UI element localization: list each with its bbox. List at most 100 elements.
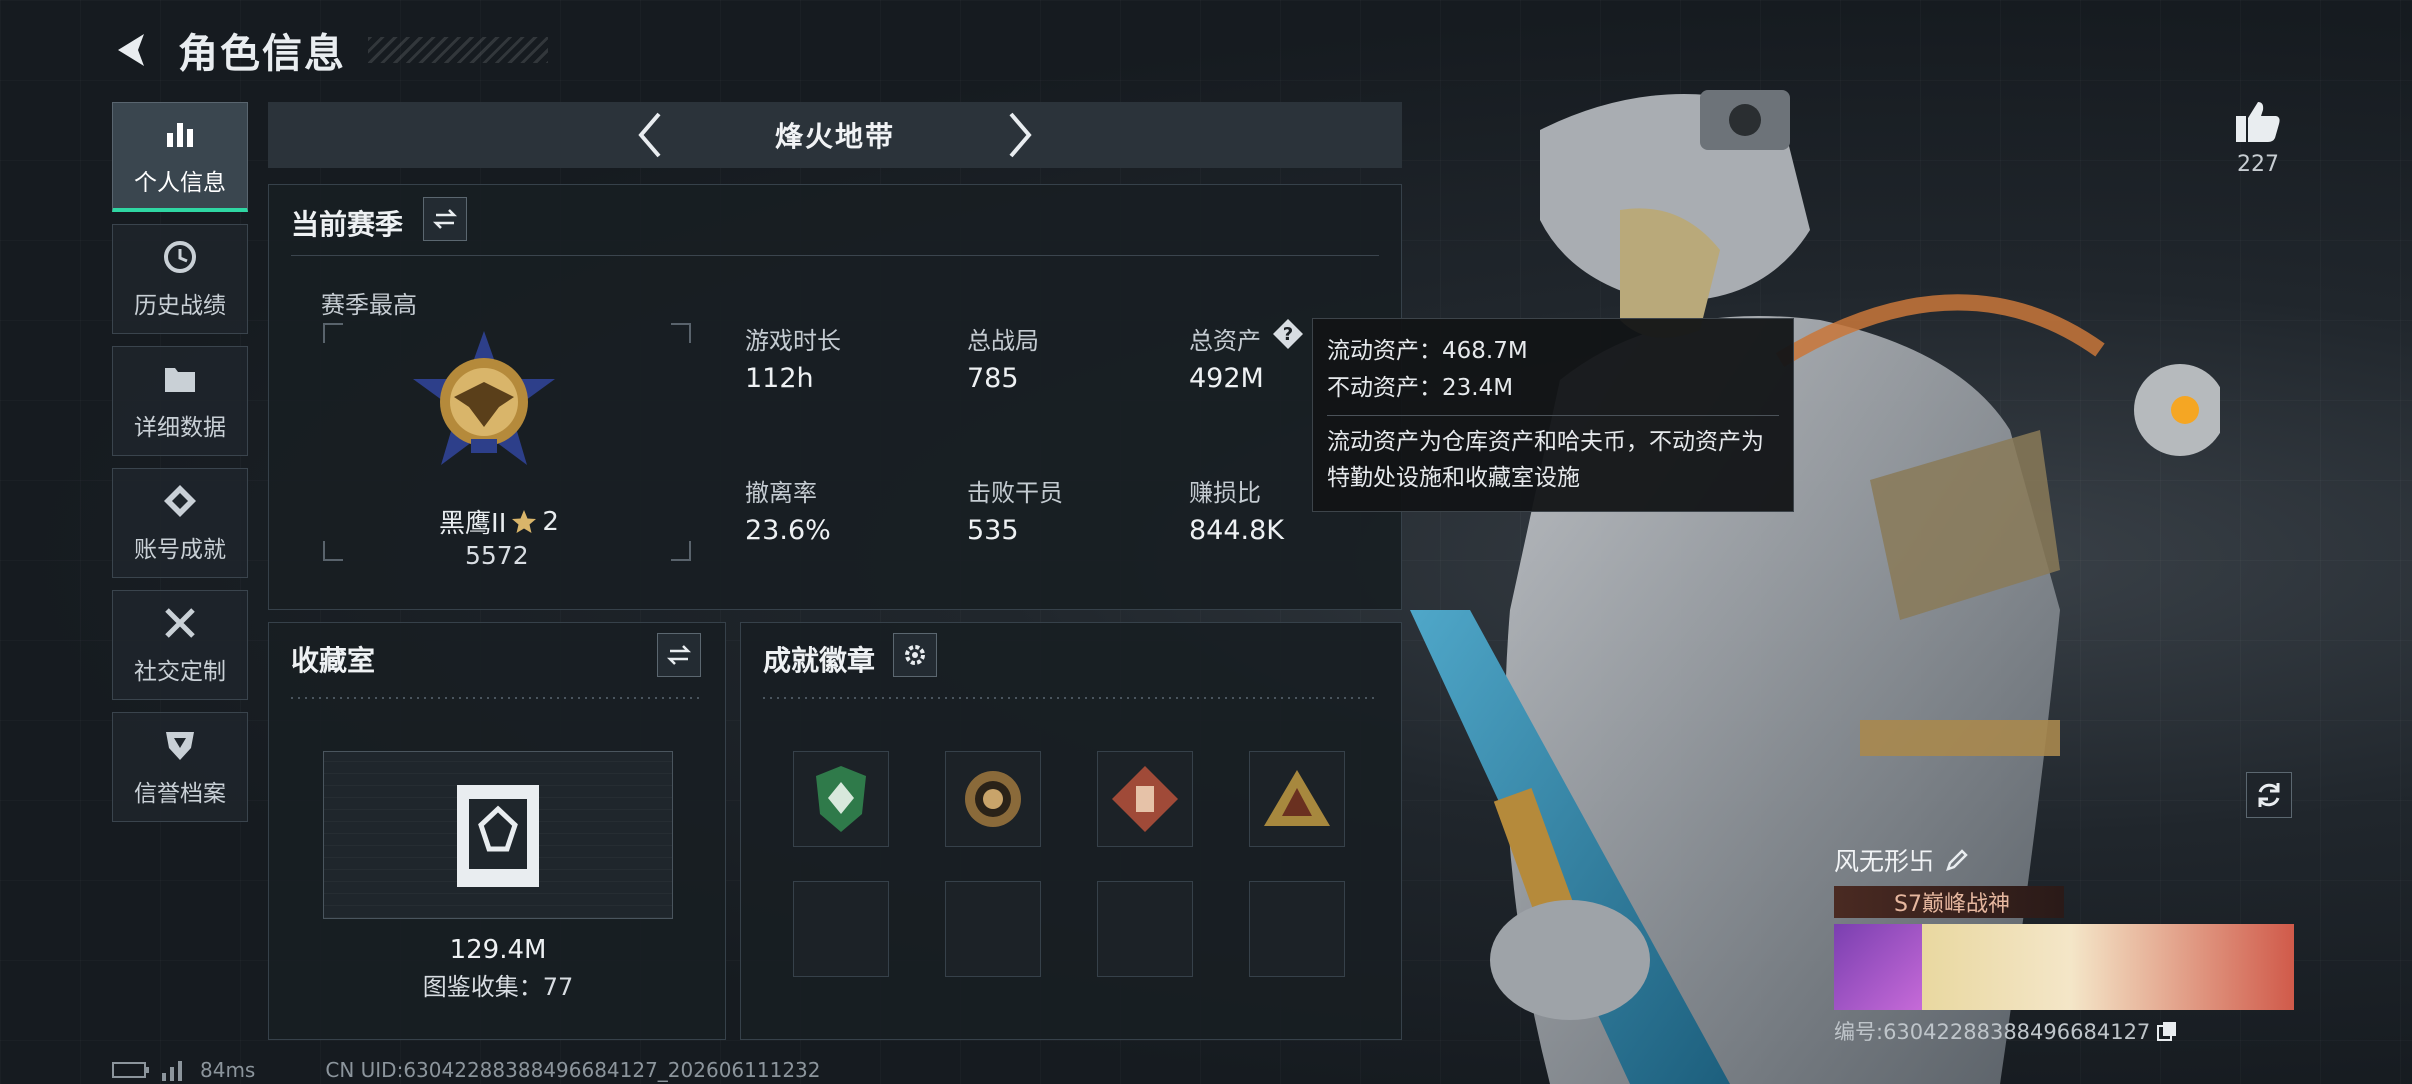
copy-icon[interactable]	[2156, 1020, 2178, 1042]
collection-panel-title: 收藏室	[291, 644, 376, 677]
stat-label-profit-ratio: 赚损比	[1189, 479, 1261, 507]
header: 角色信息	[110, 22, 548, 78]
current-season-panel: 当前赛季 赛季最高 黑鹰II 2 5572 游戏时长 112h 总战局 785 …	[268, 184, 1402, 610]
edit-icon[interactable]	[1944, 847, 1970, 873]
rank-stars: 2	[542, 506, 559, 537]
mode-selector: 烽火地带	[268, 102, 1402, 168]
uid-text: CN UID:630422883884966841​27_20260611123…	[325, 1058, 821, 1082]
star-icon	[512, 509, 537, 533]
stat-label-total-assets: 总资产	[1189, 327, 1261, 355]
battery-icon	[112, 1062, 149, 1078]
assets-tooltip: 流动资产：468.7M 不动资产：23.4M 流动资产为仓库资产和哈夫币，不动资…	[1312, 318, 1794, 512]
status-footer: 84ms CN UID:630422883884966841​27_202606…	[112, 1058, 821, 1082]
svg-text:?: ?	[1283, 324, 1293, 345]
player-name: 风无形卐	[1834, 847, 1935, 876]
collection-catalog: 图鉴收集：77	[422, 973, 574, 1001]
player-title-tag: S7巅峰战神	[1834, 886, 2064, 918]
tooltip-fixed-assets: 不动资产：23.4M	[1327, 374, 1514, 401]
tooltip-liquid-assets: 流动资产：468.7M	[1327, 338, 1528, 364]
swap-icon	[432, 209, 458, 229]
nav-item-achievements[interactable]: 账号成就	[112, 468, 248, 578]
reputation-icon	[166, 732, 194, 760]
tools-icon	[165, 608, 195, 638]
nav-item-history[interactable]: 历史战绩	[112, 224, 248, 334]
collection-panel: 收藏室 129.4M 图鉴收集：77	[268, 622, 726, 1040]
badge-slot[interactable]	[1097, 751, 1193, 847]
rotate-view-button[interactable]	[2246, 772, 2292, 818]
season-panel-title: 当前赛季	[291, 208, 404, 241]
thumbs-up-icon	[2236, 102, 2280, 142]
player-card: 风无形卐 S7巅峰战神 编号:630422883884966841​27	[1834, 842, 2296, 1046]
nav-item-label: 个人信息	[134, 169, 226, 196]
stat-value-profit-ratio: 844.8K	[1189, 515, 1285, 546]
vault-icon	[457, 785, 539, 887]
badge-slot[interactable]	[945, 751, 1041, 847]
collection-swap-button[interactable]	[657, 633, 701, 677]
divider	[763, 697, 1378, 699]
prev-mode-arrow-icon[interactable]	[635, 110, 665, 160]
badge-slot-empty[interactable]	[1097, 881, 1193, 977]
player-title: S7巅峰战神	[1894, 892, 2010, 917]
tooltip-description: 流动资产为仓库资产和哈夫币，不动资产为特勤处设施和收藏室设施	[1327, 428, 1764, 492]
nav-item-personal-info[interactable]: 个人信息	[112, 102, 248, 212]
badge-slot[interactable]	[1249, 751, 1345, 847]
stat-value-kills: 535	[967, 515, 1019, 546]
history-icon	[164, 241, 196, 273]
signal-icon	[162, 1061, 182, 1081]
bar-chart-icon	[167, 122, 193, 147]
nav-item-label: 信誉档案	[134, 781, 226, 807]
stat-value-total-matches: 785	[967, 363, 1019, 394]
avatar[interactable]	[1834, 924, 1922, 1010]
like-button[interactable]: 227	[2228, 98, 2288, 177]
badge-slot-empty[interactable]	[793, 881, 889, 977]
rank-name: 黑鹰II	[439, 509, 507, 539]
divider	[291, 697, 701, 699]
nav-item-label: 详细数据	[134, 415, 226, 441]
player-id: 编号:630422883884966841​27	[1834, 1020, 2151, 1044]
nav-item-detailed-data[interactable]: 详细数据	[112, 346, 248, 456]
achievements-settings-button[interactable]	[893, 633, 937, 677]
badge-slot-empty[interactable]	[945, 881, 1041, 977]
achievement-icon	[164, 485, 196, 517]
stat-label-total-matches: 总战局	[967, 327, 1039, 355]
achievements-panel: 成就徽章	[740, 622, 1402, 1040]
banner-artwork	[1922, 924, 2294, 1010]
title-decoration	[368, 37, 548, 63]
rank-name-row: 黑鹰II 2	[429, 503, 569, 540]
nav-item-social-custom[interactable]: 社交定制	[112, 590, 248, 700]
achievements-panel-title: 成就徽章	[763, 644, 876, 677]
red-diamond-badge-icon	[1112, 766, 1178, 832]
mode-label: 烽火地带	[774, 120, 895, 153]
back-arrow-icon[interactable]	[110, 28, 154, 72]
like-count: 227	[2237, 152, 2279, 177]
page-title: 角色信息	[178, 31, 346, 77]
stat-value-extract-rate: 23.6%	[745, 515, 831, 546]
season-swap-button[interactable]	[423, 197, 467, 241]
stat-label-extract-rate: 撤离率	[745, 479, 817, 507]
player-name-row: 风无形卐	[1834, 842, 2296, 878]
green-shield-badge-icon	[816, 766, 866, 832]
sidebar-nav: 个人信息 历史战绩 详细数据 账号成就 社交定制 信誉档案	[112, 102, 250, 834]
help-icon[interactable]: ?	[1271, 317, 1305, 351]
collection-value: 129.4M	[449, 935, 547, 965]
player-banner[interactable]	[1834, 924, 2294, 1010]
frame-corner	[323, 323, 343, 343]
rank-emblem-icon	[413, 331, 555, 465]
badge-slot[interactable]	[793, 751, 889, 847]
folder-icon	[165, 368, 195, 392]
frame-corner	[671, 541, 691, 561]
stat-label-playtime: 游戏时长	[745, 327, 841, 355]
gear-icon	[905, 645, 925, 665]
refresh-icon	[2258, 783, 2280, 807]
next-mode-arrow-icon[interactable]	[1005, 110, 1035, 160]
gold-triangle-badge-icon	[1264, 770, 1330, 826]
rank-score: 5572	[465, 541, 529, 570]
season-highest-label: 赛季最高	[321, 291, 417, 319]
badge-slot-empty[interactable]	[1249, 881, 1345, 977]
tooltip-divider	[1327, 414, 1779, 416]
gold-ring-badge-icon	[965, 771, 1021, 827]
nav-item-label: 社交定制	[134, 659, 226, 685]
nav-item-reputation[interactable]: 信誉档案	[112, 712, 248, 822]
stat-label-kills: 击败干员	[967, 479, 1063, 507]
nav-item-label: 历史战绩	[134, 293, 226, 319]
